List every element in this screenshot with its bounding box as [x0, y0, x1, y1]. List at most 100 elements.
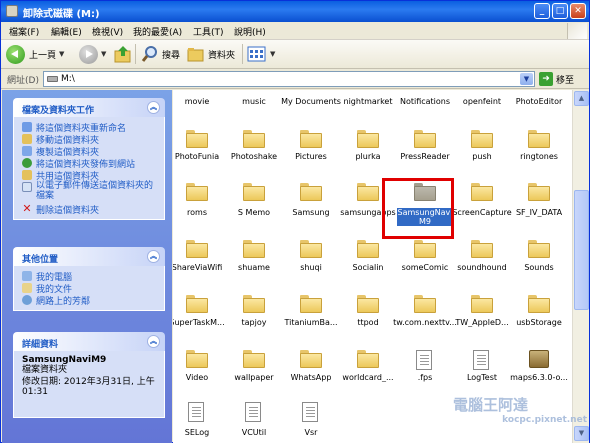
folders-label: 資料夾 [208, 50, 236, 61]
go-label: 移至 [556, 75, 575, 86]
panel-title: 詳細資料 [22, 340, 59, 350]
folder-icon [528, 183, 550, 201]
panel-header[interactable]: 其他位置 ︽ [13, 247, 165, 266]
task-email-folder[interactable]: 以電子郵件傳送這個資料夾的檔案 [22, 181, 160, 203]
folder-icon [186, 183, 208, 201]
folder-icon [414, 130, 436, 148]
panel-header[interactable]: 詳細資料 ︽ [13, 332, 165, 351]
task-publish-folder[interactable]: 將這個資料夾發佈到網站 [22, 157, 160, 170]
views-button[interactable]: ▼ [247, 43, 275, 65]
folder-icon [414, 295, 436, 313]
search-button[interactable]: 搜尋 [141, 43, 180, 65]
chevron-down-icon: ▼ [101, 50, 107, 58]
up-folder-button[interactable] [114, 43, 132, 65]
email-icon [22, 182, 32, 192]
panel-body: 我的電腦 我的文件 網路上的芳鄰 [13, 266, 165, 311]
up-folder-icon [114, 46, 131, 63]
folder-icon [528, 130, 550, 148]
close-button[interactable]: ✕ [570, 3, 586, 19]
folder-icon [186, 240, 208, 258]
highlight-annotation-box [382, 178, 454, 239]
toolbar-separator [242, 44, 243, 64]
collapse-chevron-icon[interactable]: ︽ [147, 335, 160, 348]
menu-tools[interactable]: 工具(T) [193, 25, 224, 38]
windows-logo-icon [567, 23, 587, 39]
title-bar[interactable]: 卸除式磁碟 (M:) _ □ ✕ [1, 1, 589, 22]
menu-help[interactable]: 說明(H) [234, 25, 266, 38]
folder-icon [300, 130, 322, 148]
folders-button[interactable]: 資料夾 [187, 43, 235, 65]
package-icon [529, 350, 549, 368]
place-my-documents[interactable]: 我的文件 [22, 282, 160, 295]
folder-icon [414, 240, 436, 258]
document-icon [473, 350, 489, 370]
item-label: ringtones [520, 152, 558, 161]
search-label: 搜尋 [162, 50, 181, 61]
address-input[interactable]: M:\ ▼ [43, 71, 535, 87]
collapse-chevron-icon[interactable]: ︽ [147, 101, 160, 114]
address-label: 網址(D) [7, 76, 39, 86]
place-my-computer[interactable]: 我的電腦 [22, 270, 160, 283]
document-icon [302, 402, 318, 422]
delete-x-icon: ✕ [22, 202, 32, 215]
rename-icon [22, 122, 32, 132]
task-move-folder[interactable]: 移動這個資料夾 [22, 133, 160, 146]
folder-icon [357, 240, 379, 258]
menu-bar: 檔案(F) 編輯(E) 檢視(V) 我的最愛(A) 工具(T) 說明(H) [1, 22, 589, 40]
panel-header[interactable]: 檔案及資料夾工作 ︽ [13, 98, 165, 117]
chevron-down-icon: ▼ [59, 50, 65, 58]
task-delete-folder[interactable]: ✕ 刪除這個資料夾 [22, 202, 160, 216]
folder-icon [300, 183, 322, 201]
folder-icon [471, 183, 493, 201]
task-share-folder[interactable]: 共用這個資料夾 [22, 169, 160, 182]
toolbar: 上一頁 ▼ ▼ 搜尋 資料夾 ▼ [1, 40, 589, 69]
menu-edit[interactable]: 編輯(E) [51, 25, 82, 38]
watermark-url: kocpc.pixnet.net [502, 415, 587, 425]
folder-icon [243, 240, 265, 258]
menu-file[interactable]: 檔案(F) [9, 25, 39, 38]
address-dropdown-button[interactable]: ▼ [520, 73, 533, 85]
drive-icon [6, 5, 18, 17]
place-network[interactable]: 網路上的芳鄰 [22, 294, 160, 307]
menu-favorites[interactable]: 我的最愛(A) [133, 25, 182, 38]
maximize-button[interactable]: □ [552, 3, 568, 19]
back-button[interactable]: 上一頁 ▼ [6, 43, 64, 65]
move-icon [22, 134, 32, 144]
panel-title: 檔案及資料夾工作 [22, 106, 95, 116]
other-places-panel: 其他位置 ︽ 我的電腦 我的文件 網路上的芳鄰 [13, 247, 165, 311]
document-icon [245, 402, 261, 422]
details-name: SamsungNaviM9 [22, 355, 107, 365]
task-copy-folder[interactable]: 複製這個資料夾 [22, 145, 160, 158]
vertical-scrollbar[interactable]: ▲ ▼ [572, 90, 589, 443]
scroll-thumb[interactable] [574, 190, 589, 310]
folder-icon [528, 240, 550, 258]
collapse-chevron-icon[interactable]: ︽ [147, 250, 160, 263]
task-rename-folder[interactable]: 將這個資料夾重新命名 [22, 121, 160, 134]
go-button[interactable]: ➜ 移至 [539, 72, 574, 86]
folder-icon [300, 350, 322, 368]
folder-icon [471, 295, 493, 313]
item-label: Vsr [304, 428, 318, 437]
folder-icon [528, 295, 550, 313]
folders-icon [187, 48, 204, 62]
menu-view[interactable]: 檢視(V) [92, 25, 123, 38]
chevron-down-icon: ▼ [270, 50, 276, 58]
watermark: 電腦王阿達 kocpc.pixnet.net [453, 394, 590, 442]
views-icon [247, 46, 266, 62]
details-modified: 修改日期: 2012年3月31日, 上午 01:31 [22, 377, 155, 397]
minimize-button[interactable]: _ [534, 3, 550, 19]
folder-icon [471, 240, 493, 258]
forward-button[interactable]: ▼ [79, 43, 106, 65]
explorer-window: 卸除式磁碟 (M:) _ □ ✕ 檔案(F) 編輯(E) 檢視(V) 我的最愛(… [0, 0, 590, 443]
details-panel: 詳細資料 ︽ SamsungNaviM9 檔案資料夾 修改日期: 2012年3月… [13, 332, 165, 418]
file-list: movie music My Documents nightmarket Notific… [173, 90, 572, 443]
address-value: M:\ [61, 74, 75, 84]
scroll-up-button[interactable]: ▲ [574, 91, 589, 106]
folder-icon [243, 350, 265, 368]
share-icon [22, 170, 32, 180]
folder-icon [243, 183, 265, 201]
folder-icon [243, 130, 265, 148]
folder-icon [186, 295, 208, 313]
item-label: Sounds [524, 263, 554, 272]
item-label: SF_IV_DATA [515, 208, 563, 217]
